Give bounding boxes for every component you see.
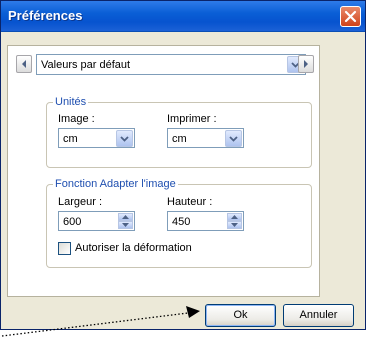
annotation-arrow	[1, 306, 200, 337]
